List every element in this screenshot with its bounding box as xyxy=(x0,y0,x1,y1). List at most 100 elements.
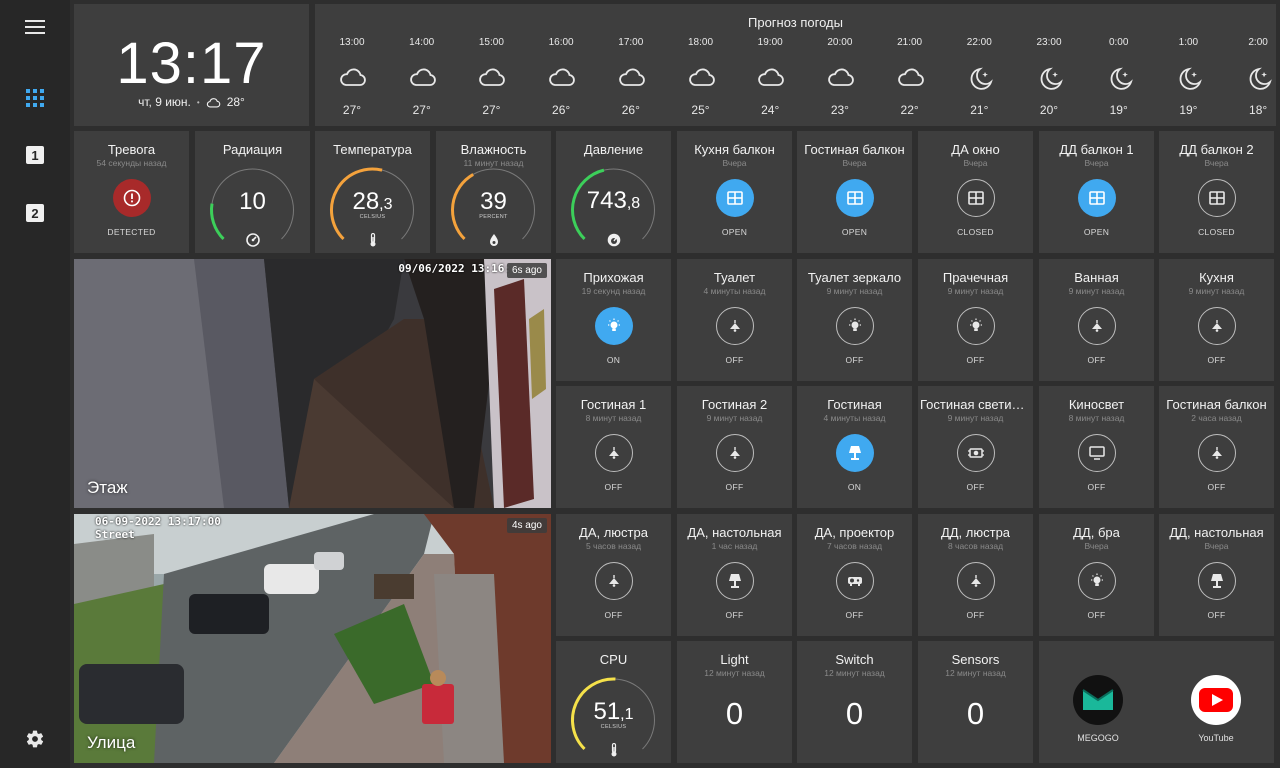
light-title: Гостиная 1 xyxy=(580,397,647,412)
humidity-unit: PERCENT xyxy=(479,214,508,220)
light-title: Прачечная xyxy=(942,270,1009,285)
window-card-2[interactable]: ДА окно Вчера CLOSED xyxy=(918,131,1033,253)
window-icon[interactable] xyxy=(715,179,754,217)
radiation-value: 10 xyxy=(239,188,266,215)
desk-lamp-icon[interactable] xyxy=(715,562,754,600)
camera-street-age: 4s ago xyxy=(506,518,547,533)
ceiling-light-icon[interactable] xyxy=(594,562,633,600)
ceiling-light-icon[interactable] xyxy=(715,307,754,345)
light-card-1[interactable]: Туалет 4 минуты назад OFF xyxy=(677,259,792,381)
pressure-title: Давление xyxy=(583,142,644,157)
light-card-12[interactable]: ДА, люстра 5 часов назад OFF xyxy=(556,514,671,636)
weather-hour-temp: 20° xyxy=(1039,103,1059,117)
app-megogo-button[interactable]: MEGOGO xyxy=(1070,675,1126,743)
weather-hour-time: 0:00 xyxy=(1108,37,1129,48)
window-icon[interactable] xyxy=(1077,179,1116,217)
window-icon[interactable] xyxy=(1197,179,1236,217)
light-card-16[interactable]: ДД, бра Вчера OFF xyxy=(1039,514,1154,636)
counter-card-1[interactable]: Switch 12 минут назад 0 xyxy=(797,641,912,763)
camera-street-timestamp: 06-09-2022 13:17:00 xyxy=(95,515,221,528)
alarm-state: DETECTED xyxy=(107,227,156,237)
window-card-4[interactable]: ДД балкон 2 Вчера CLOSED xyxy=(1159,131,1274,253)
weather-hour-temp: 25° xyxy=(691,103,710,117)
light-state: OFF xyxy=(845,355,864,365)
light-bulb-icon[interactable] xyxy=(594,307,633,345)
ceiling-light-icon[interactable] xyxy=(956,562,995,600)
window-card-3[interactable]: ДД балкон 1 Вчера OPEN xyxy=(1039,131,1154,253)
light-title: Туалет xyxy=(713,270,756,285)
light-subtitle: 8 минут назад xyxy=(585,413,642,423)
light-card-0[interactable]: Прихожая 19 секунд назад ON xyxy=(556,259,671,381)
weather-hour-11: 0:00 19° xyxy=(1084,4,1154,126)
light-card-4[interactable]: Ванная 9 минут назад OFF xyxy=(1039,259,1154,381)
camera-street[interactable]: 06-09-2022 13:17:00 Street 4s ago Улица xyxy=(74,514,551,763)
light-title: ДА, проектор xyxy=(814,525,895,540)
weather-forecast-card[interactable]: Прогноз погоды 13:00 27° 14:00 27° 15:00 27° 1… xyxy=(315,4,1276,126)
ceiling-light-icon[interactable] xyxy=(1197,307,1236,345)
projector-light-icon[interactable] xyxy=(956,434,995,472)
desk-lamp-icon[interactable] xyxy=(835,434,874,472)
light-subtitle: 7 часов назад xyxy=(826,541,883,551)
light-card-14[interactable]: ДА, проектор 7 часов назад OFF xyxy=(797,514,912,636)
ceiling-light-icon[interactable] xyxy=(1077,307,1116,345)
alarm-card[interactable]: Тревога 54 секунды назад DETECTED xyxy=(74,131,189,253)
ceiling-light-icon[interactable] xyxy=(594,434,633,472)
light-card-7[interactable]: Гостиная 29 минут назад OFF xyxy=(677,386,792,508)
light-card-13[interactable]: ДА, настольная 1 час назад OFF xyxy=(677,514,792,636)
light-card-3[interactable]: Прачечная 9 минут назад OFF xyxy=(918,259,1033,381)
light-bulb-icon[interactable] xyxy=(1077,562,1116,600)
humidity-card[interactable]: Влажность 11 минут назад 39 PERCENT xyxy=(436,131,551,253)
camera-street-image xyxy=(74,514,551,763)
light-title: Гостиная светильник xyxy=(920,397,1031,412)
window-subtitle: Вчера xyxy=(842,158,867,168)
cloud-icon xyxy=(757,66,785,92)
light-title: Туалет зеркало xyxy=(807,270,902,285)
cpu-card[interactable]: CPU 51,1 CELSIUS xyxy=(556,641,671,763)
light-card-6[interactable]: Гостиная 18 минут назад OFF xyxy=(556,386,671,508)
desk-lamp-icon[interactable] xyxy=(1197,562,1236,600)
clock-card[interactable]: 13:17 чт, 9 июн. • 28° xyxy=(74,4,309,126)
weather-hour-9: 22:00 21° xyxy=(944,4,1014,126)
camera-floor-label: Этаж xyxy=(87,478,128,497)
light-card-9[interactable]: Гостиная светильник9 минут назад OFF xyxy=(918,386,1033,508)
app-youtube-button[interactable]: YouTube xyxy=(1188,675,1244,743)
light-bulb-icon[interactable] xyxy=(835,307,874,345)
menu-button[interactable] xyxy=(15,7,55,47)
light-card-10[interactable]: Киносвет 8 минут назад OFF xyxy=(1039,386,1154,508)
weather-hour-7: 20:00 23° xyxy=(805,4,875,126)
camera-floor[interactable]: 09/06/2022 13:16: 6s ago Этаж xyxy=(74,259,551,508)
ceiling-light-icon[interactable] xyxy=(715,434,754,472)
svg-text:1: 1 xyxy=(31,148,38,163)
light-subtitle: 1 час назад xyxy=(711,541,758,551)
projector-icon[interactable] xyxy=(835,562,874,600)
counter-card-2[interactable]: Sensors 12 минут назад 0 xyxy=(918,641,1033,763)
temperature-card[interactable]: Температура 28,3 CELSIUS xyxy=(315,131,430,253)
light-card-8[interactable]: Гостиная 4 минуты назад ON xyxy=(797,386,912,508)
window-icon[interactable] xyxy=(956,179,995,217)
light-card-17[interactable]: ДД, настольная Вчера OFF xyxy=(1159,514,1274,636)
tv-icon[interactable] xyxy=(1077,434,1116,472)
counter-card-0[interactable]: Light 12 минут назад 0 xyxy=(677,641,792,763)
light-subtitle: 19 секунд назад xyxy=(581,286,646,296)
nav-page-2-button[interactable]: 2 xyxy=(15,193,55,233)
light-card-2[interactable]: Туалет зеркало 9 минут назад OFF xyxy=(797,259,912,381)
light-subtitle: 8 часов назад xyxy=(947,541,1004,551)
window-icon[interactable] xyxy=(835,179,874,217)
light-card-11[interactable]: Гостиная балкон 2 часа назад OFF xyxy=(1159,386,1274,508)
window-card-0[interactable]: Кухня балкон Вчера OPEN xyxy=(677,131,792,253)
settings-button[interactable] xyxy=(15,719,55,759)
radiation-card[interactable]: Радиация 10 xyxy=(195,131,310,253)
window-card-1[interactable]: Гостиная балкон Вчера OPEN xyxy=(797,131,912,253)
window-subtitle: Вчера xyxy=(1204,158,1229,168)
cloud-icon xyxy=(897,66,925,92)
light-state: OFF xyxy=(604,610,623,620)
nav-grid-button[interactable] xyxy=(15,78,55,118)
light-card-15[interactable]: ДД, люстра 8 часов назад OFF xyxy=(918,514,1033,636)
nav-page-1-button[interactable]: 1 xyxy=(15,135,55,175)
ceiling-light-icon[interactable] xyxy=(1197,434,1236,472)
pressure-card[interactable]: Давление 743,8 xyxy=(556,131,671,253)
light-bulb-icon[interactable] xyxy=(956,307,995,345)
weather-hour-10: 23:00 20° xyxy=(1014,4,1084,126)
counter-title: Sensors xyxy=(951,652,1000,667)
light-card-5[interactable]: Кухня 9 минут назад OFF xyxy=(1159,259,1274,381)
